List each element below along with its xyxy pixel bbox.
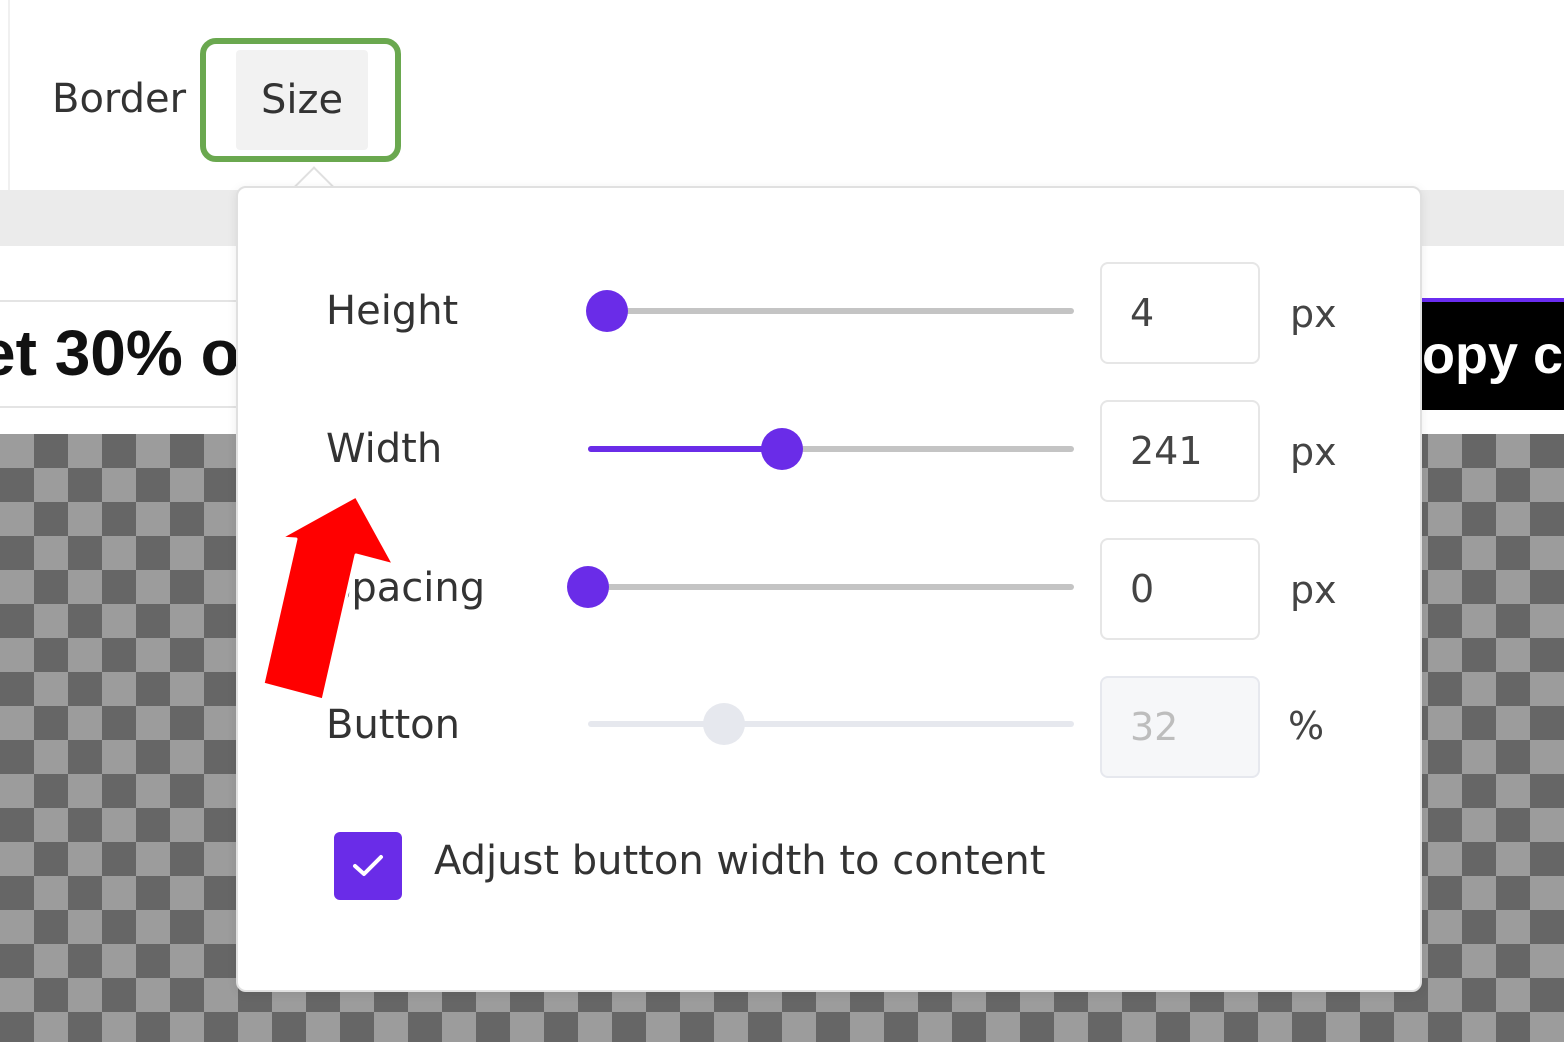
width-label: Width xyxy=(326,426,443,472)
adjust-width-checkbox[interactable] xyxy=(334,832,402,900)
width-slider-fill xyxy=(588,446,783,452)
button-slider-thumb xyxy=(703,703,746,745)
checkmark-icon xyxy=(353,855,383,876)
tab-size[interactable]: Size xyxy=(236,50,368,150)
height-label: Height xyxy=(326,288,459,334)
height-unit: px xyxy=(1290,292,1337,336)
tab-border[interactable]: Border xyxy=(52,72,186,126)
button-label: Button xyxy=(326,702,460,748)
button-unit: % xyxy=(1288,704,1325,748)
width-unit: px xyxy=(1290,430,1337,474)
spacing-slider-thumb[interactable] xyxy=(567,566,609,608)
toolbar: Border Size xyxy=(0,0,1564,190)
toolbar-divider xyxy=(8,0,10,190)
adjust-width-label: Adjust button width to content xyxy=(434,838,1046,884)
button-slider xyxy=(588,703,1074,745)
preview-copy-button[interactable]: opy c xyxy=(1400,298,1564,410)
height-slider[interactable] xyxy=(586,290,1074,332)
promo-text: et 30% o xyxy=(0,317,240,389)
spacing-input[interactable] xyxy=(1100,538,1260,640)
spacing-slider[interactable] xyxy=(567,566,1074,608)
width-slider[interactable] xyxy=(588,428,1074,470)
spacing-unit: px xyxy=(1290,568,1337,612)
width-input[interactable] xyxy=(1100,400,1260,502)
size-settings-popover: Height px Width px Spacing px Button % A… xyxy=(236,186,1422,992)
height-input[interactable] xyxy=(1100,262,1260,364)
spacing-label: Spacing xyxy=(326,565,486,611)
height-slider-thumb[interactable] xyxy=(586,290,629,332)
width-slider-thumb[interactable] xyxy=(761,428,804,470)
copy-button-label: opy c xyxy=(1422,325,1564,385)
preview-promo-bar: et 30% o xyxy=(0,300,250,408)
button-input xyxy=(1100,676,1260,778)
